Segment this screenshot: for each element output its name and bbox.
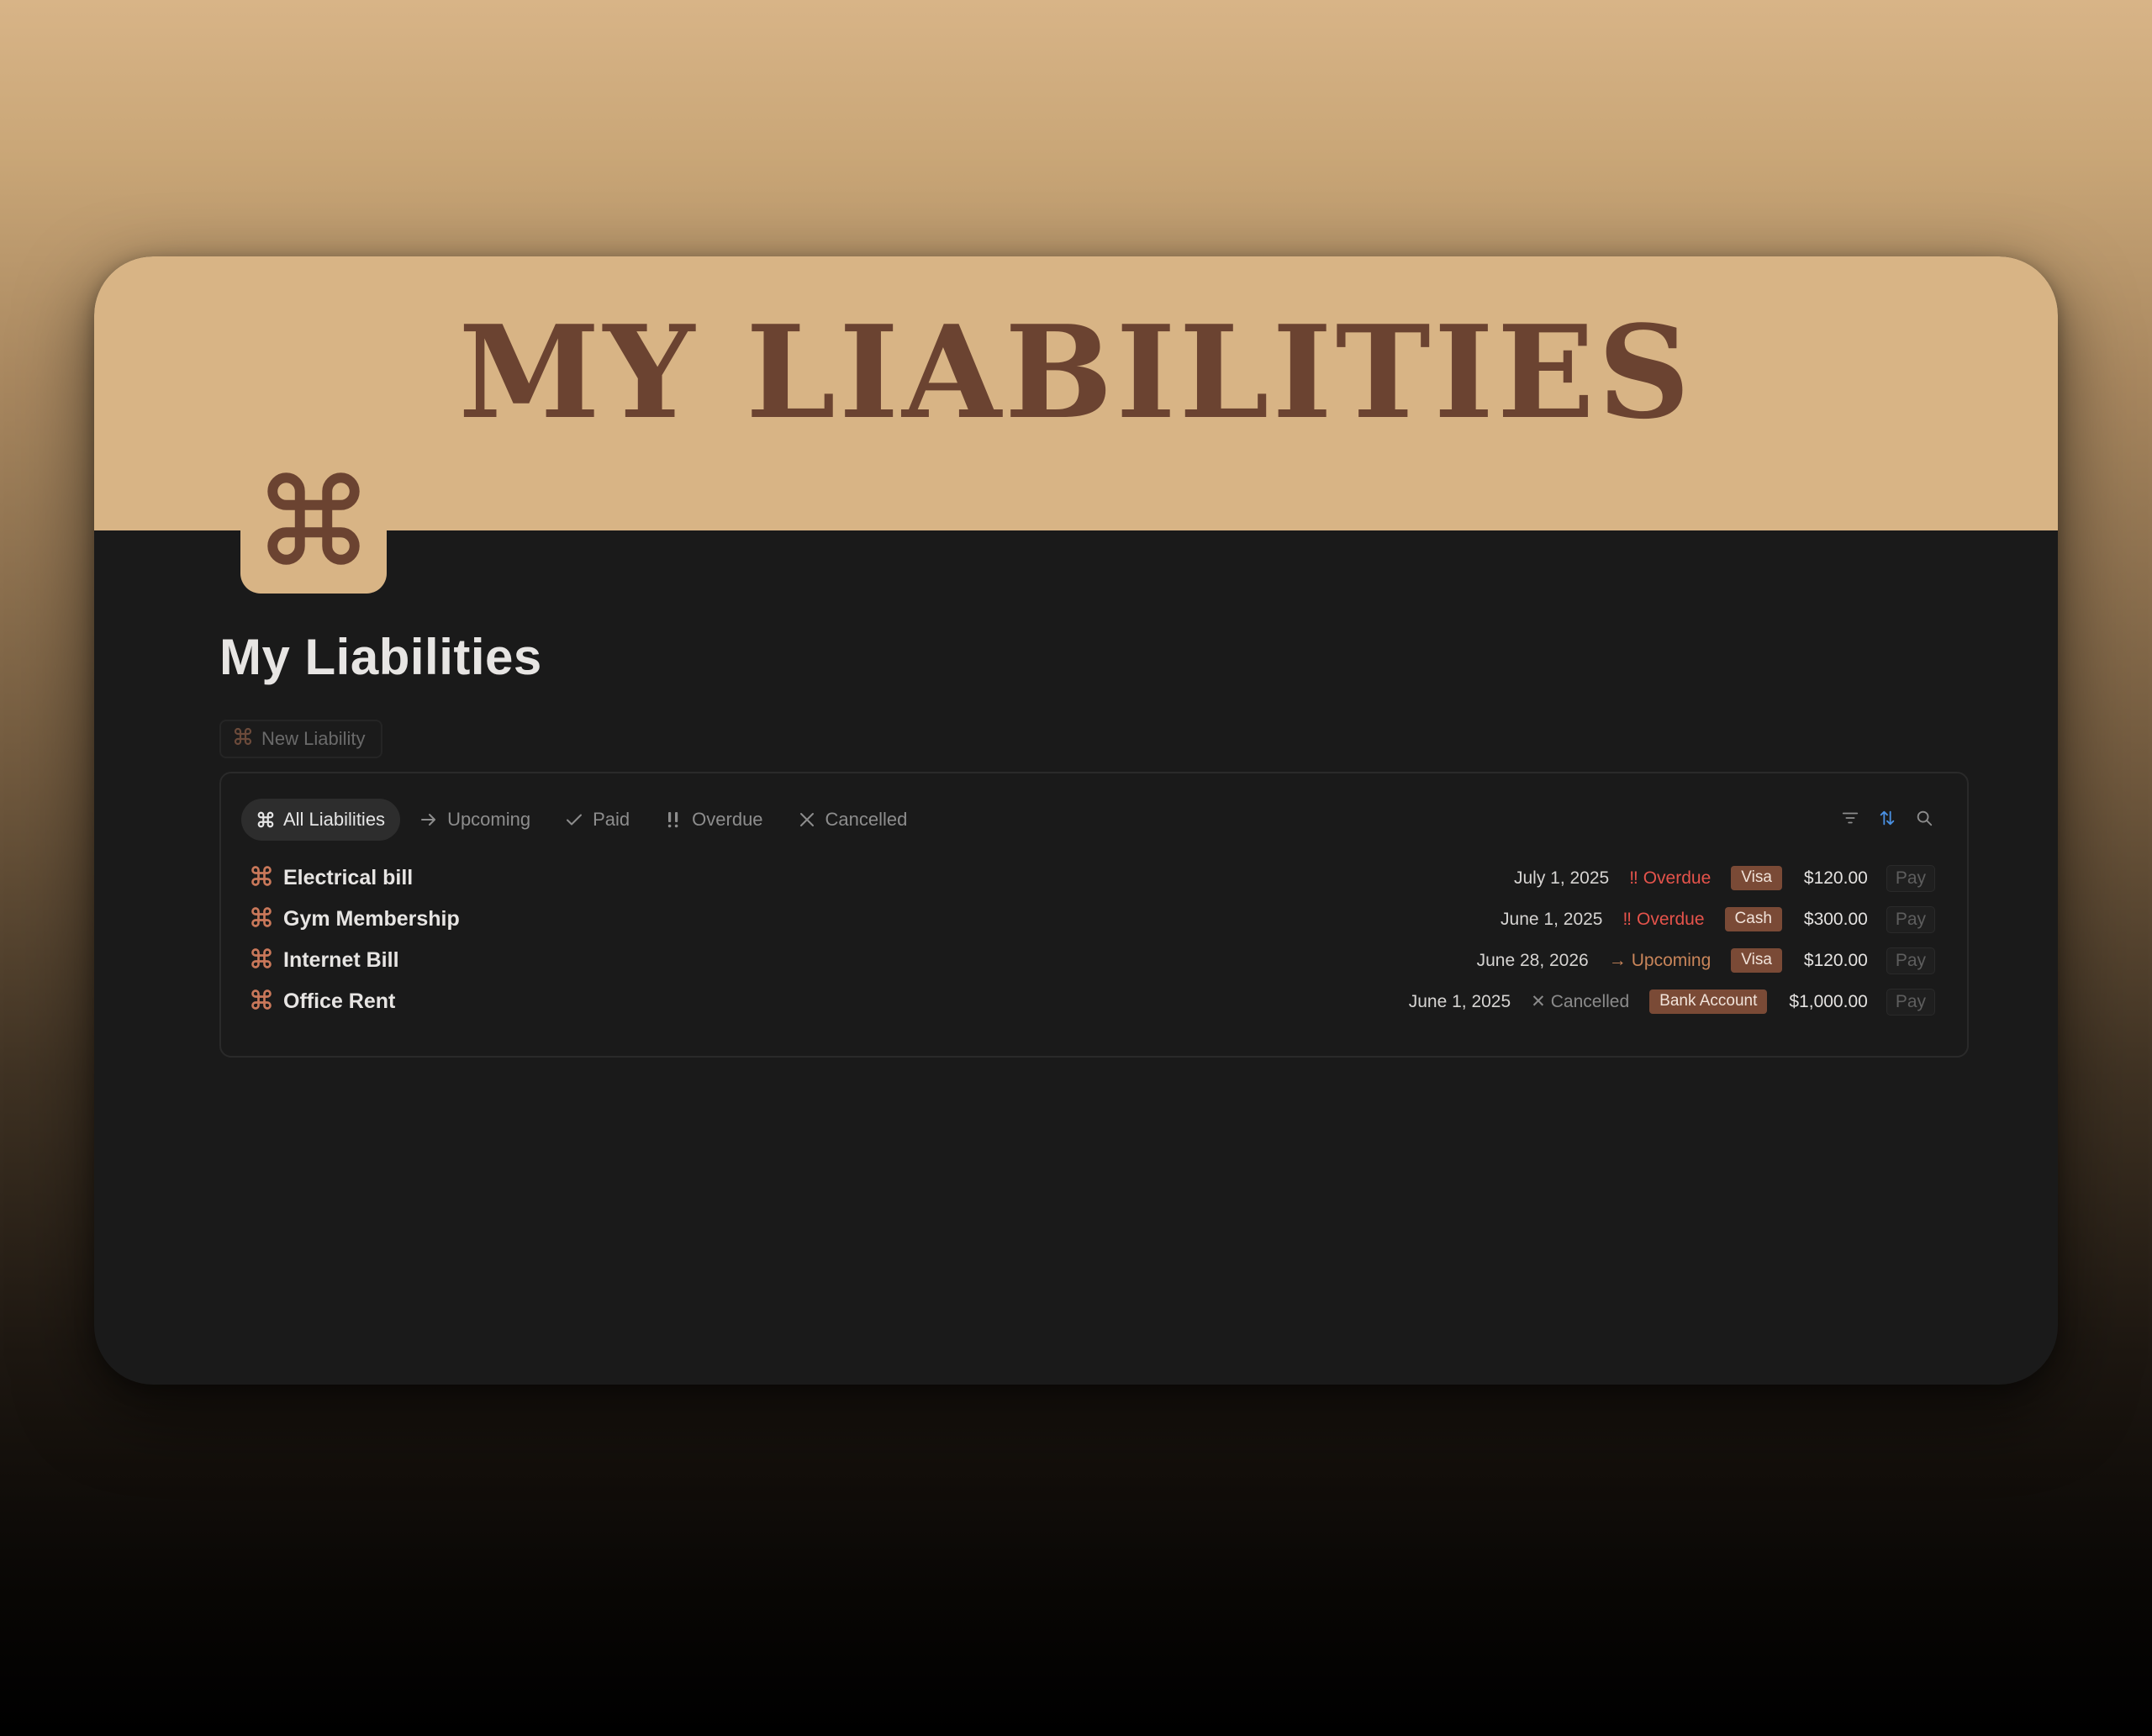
status-label: Overdue <box>1636 909 1705 929</box>
command-icon <box>250 947 273 974</box>
status-badge: ✕ Cancelled <box>1531 991 1629 1012</box>
pay-button[interactable]: Pay <box>1886 905 1935 933</box>
pay-button[interactable]: Pay <box>1886 947 1935 974</box>
cover-banner: MY LIABILITIES <box>94 256 2058 530</box>
status-badge: → Upcoming <box>1609 951 1712 971</box>
liability-list: Electrical bill July 1, 2025 ‼ Overdue V… <box>250 857 1935 1022</box>
due-date: July 1, 2025 <box>1513 868 1610 888</box>
tab-cancelled[interactable]: Cancelled <box>782 799 923 841</box>
payment-method-tag: Cash <box>1724 907 1782 931</box>
status-label: Cancelled <box>1550 991 1630 1011</box>
status-label: Upcoming <box>1631 950 1712 970</box>
status-symbol: ✕ <box>1531 992 1546 1011</box>
command-icon <box>233 726 253 752</box>
payment-method-tag: Visa <box>1731 948 1782 973</box>
view-tabs: All Liabilities Upcoming Paid Overdue Ca… <box>241 799 926 841</box>
liabilities-database: All Liabilities Upcoming Paid Overdue Ca… <box>219 772 1969 1058</box>
row-name: Electrical bill <box>283 866 414 889</box>
search-icon[interactable] <box>1913 807 1935 829</box>
row-name: Internet Bill <box>283 948 399 972</box>
amount: $120.00 <box>1803 950 1868 970</box>
row-title: Internet Bill <box>250 947 399 974</box>
amount: $120.00 <box>1803 868 1868 888</box>
tab-overdue[interactable]: Overdue <box>648 799 778 841</box>
status-symbol: → <box>1608 950 1627 970</box>
new-liability-label: New Liability <box>261 728 366 749</box>
status-badge: ‼ Overdue <box>1629 868 1711 889</box>
payment-method-tag: Bank Account <box>1649 989 1768 1014</box>
new-liability-button[interactable]: New Liability <box>219 720 382 758</box>
row-name: Office Rent <box>283 989 396 1013</box>
due-date: June 28, 2026 <box>1476 950 1589 970</box>
tab-upcoming[interactable]: Upcoming <box>404 799 546 841</box>
list-item[interactable]: Electrical bill July 1, 2025 ‼ Overdue V… <box>250 857 1935 899</box>
row-title: Office Rent <box>250 988 395 1016</box>
due-date: June 1, 2025 <box>1408 991 1511 1011</box>
status-symbol: ‼ <box>1622 909 1632 929</box>
sort-icon[interactable] <box>1876 807 1898 829</box>
cover-title: MY LIABILITIES <box>458 297 1694 447</box>
list-item[interactable]: Gym Membership June 1, 2025 ‼ Overdue Ca… <box>250 899 1935 940</box>
command-icon <box>250 864 273 892</box>
command-icon <box>259 464 368 578</box>
payment-method-tag: Visa <box>1731 866 1782 890</box>
command-icon <box>256 810 275 829</box>
amount: $1,000.00 <box>1789 991 1868 1011</box>
database-toolbar <box>1839 807 1935 829</box>
page-card: MY LIABILITIES My Liabilities New Liabil… <box>94 256 2058 1385</box>
command-icon <box>250 905 273 933</box>
row-properties: June 1, 2025 ✕ Cancelled Bank Account $1… <box>1409 981 1935 1022</box>
page-icon[interactable] <box>240 447 387 594</box>
status-badge: ‼ Overdue <box>1622 910 1704 930</box>
list-item[interactable]: Office Rent June 1, 2025 ✕ Cancelled Ban… <box>250 981 1935 1022</box>
filter-icon[interactable] <box>1839 807 1861 829</box>
tab-paid[interactable]: Paid <box>549 799 645 841</box>
list-item[interactable]: Internet Bill June 28, 2026 → Upcoming V… <box>250 940 1935 981</box>
tab-label: Cancelled <box>825 809 908 830</box>
due-date: June 1, 2025 <box>1501 909 1603 929</box>
status-symbol: ‼ <box>1629 868 1638 888</box>
row-properties: July 1, 2025 ‼ Overdue Visa $120.00 Pay <box>1514 857 1935 899</box>
tab-label: All Liabilities <box>283 809 386 830</box>
check-icon <box>564 810 584 830</box>
command-icon <box>250 988 273 1016</box>
row-name: Gym Membership <box>283 907 460 931</box>
row-title: Electrical bill <box>250 864 413 892</box>
pay-button[interactable]: Pay <box>1886 864 1935 892</box>
x-icon <box>797 810 817 830</box>
tab-all-liabilities[interactable]: All Liabilities <box>241 799 401 841</box>
pay-button[interactable]: Pay <box>1886 988 1935 1016</box>
page-title: My Liabilities <box>219 629 542 685</box>
double-exclamation-icon <box>663 810 683 830</box>
arrow-right-icon <box>419 810 439 830</box>
amount: $300.00 <box>1803 909 1868 929</box>
row-properties: June 1, 2025 ‼ Overdue Cash $300.00 Pay <box>1501 899 1935 940</box>
row-properties: June 28, 2026 → Upcoming Visa $120.00 Pa… <box>1477 940 1935 981</box>
row-title: Gym Membership <box>250 905 460 933</box>
tab-label: Paid <box>593 809 630 830</box>
tab-label: Overdue <box>692 809 763 830</box>
tab-label: Upcoming <box>447 809 531 830</box>
status-label: Overdue <box>1643 868 1712 888</box>
